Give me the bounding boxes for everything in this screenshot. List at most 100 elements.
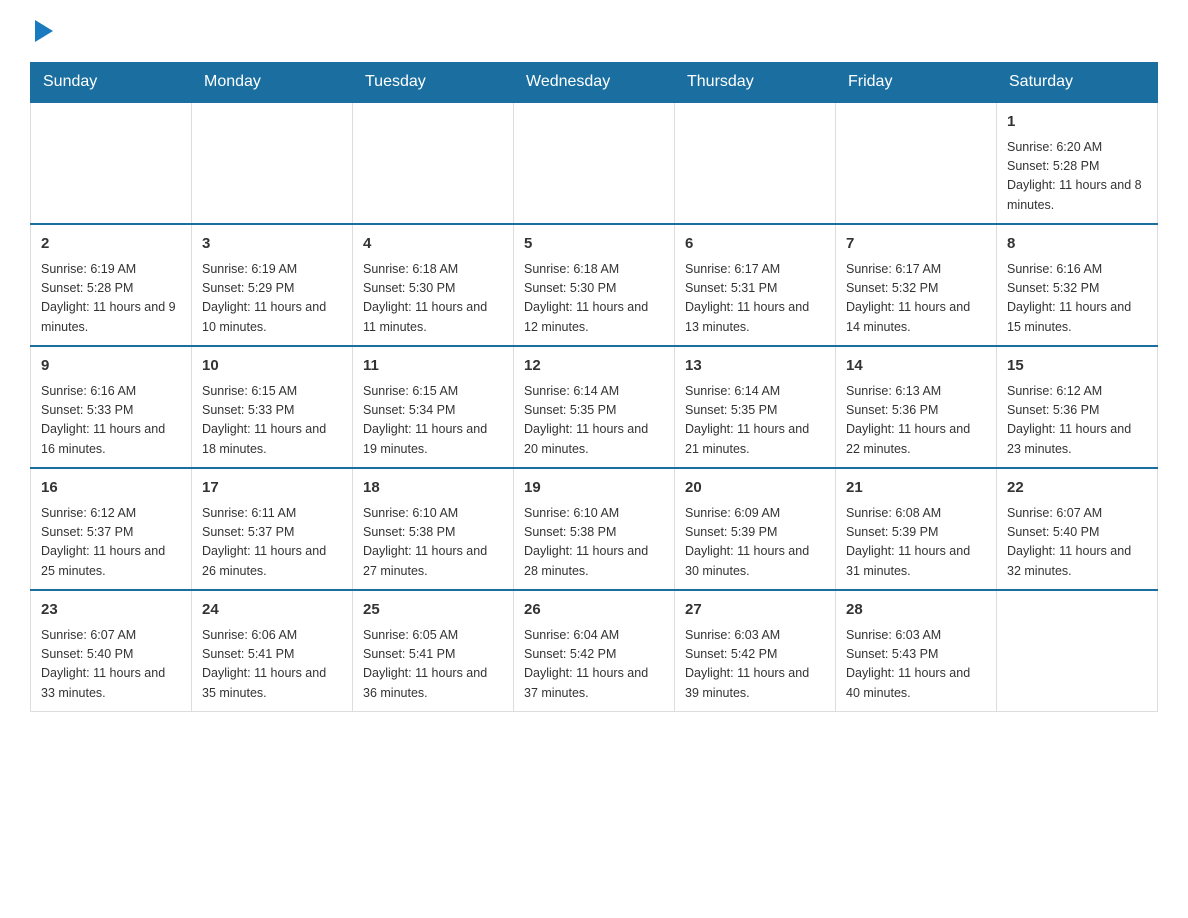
header-sunday: Sunday [31, 63, 192, 103]
day-info: Sunrise: 6:15 AMSunset: 5:33 PMDaylight:… [202, 382, 342, 460]
day-number: 18 [363, 477, 503, 500]
day-info: Sunrise: 6:04 AMSunset: 5:42 PMDaylight:… [524, 626, 664, 704]
calendar-cell: 14 Sunrise: 6:13 AMSunset: 5:36 PMDayligh… [836, 346, 997, 468]
day-number: 27 [685, 599, 825, 622]
day-info: Sunrise: 6:11 AMSunset: 5:37 PMDaylight:… [202, 504, 342, 582]
calendar-cell: 17 Sunrise: 6:11 AMSunset: 5:37 PMDayligh… [192, 468, 353, 590]
calendar-cell [353, 102, 514, 224]
day-number: 5 [524, 233, 664, 256]
day-info: Sunrise: 6:14 AMSunset: 5:35 PMDaylight:… [685, 382, 825, 460]
logo [30, 20, 53, 42]
calendar-cell: 6 Sunrise: 6:17 AMSunset: 5:31 PMDaylight… [675, 224, 836, 346]
day-info: Sunrise: 6:06 AMSunset: 5:41 PMDaylight:… [202, 626, 342, 704]
calendar-cell: 7 Sunrise: 6:17 AMSunset: 5:32 PMDaylight… [836, 224, 997, 346]
day-info: Sunrise: 6:03 AMSunset: 5:42 PMDaylight:… [685, 626, 825, 704]
header-saturday: Saturday [997, 63, 1158, 103]
calendar-cell [997, 590, 1158, 712]
calendar-cell: 25Sunrise: 6:05 AMSunset: 5:41 PMDayligh… [353, 590, 514, 712]
day-number: 13 [685, 355, 825, 378]
calendar-cell: 1 Sunrise: 6:20 AMSunset: 5:28 PMDaylight… [997, 102, 1158, 224]
day-info: Sunrise: 6:17 AMSunset: 5:32 PMDaylight:… [846, 260, 986, 338]
day-info: Sunrise: 6:19 AMSunset: 5:28 PMDaylight:… [41, 260, 181, 338]
calendar-cell: 13 Sunrise: 6:14 AMSunset: 5:35 PMDayligh… [675, 346, 836, 468]
day-number: 12 [524, 355, 664, 378]
day-number: 7 [846, 233, 986, 256]
calendar-body: 1 Sunrise: 6:20 AMSunset: 5:28 PMDaylight… [31, 102, 1158, 712]
calendar-cell: 20 Sunrise: 6:09 AMSunset: 5:39 PMDayligh… [675, 468, 836, 590]
calendar-cell: 19Sunrise: 6:10 AMSunset: 5:38 PMDayligh… [514, 468, 675, 590]
calendar-cell: 21 Sunrise: 6:08 AMSunset: 5:39 PMDayligh… [836, 468, 997, 590]
calendar-cell [514, 102, 675, 224]
calendar-cell: 16 Sunrise: 6:12 AMSunset: 5:37 PMDayligh… [31, 468, 192, 590]
header-wednesday: Wednesday [514, 63, 675, 103]
day-info: Sunrise: 6:12 AMSunset: 5:37 PMDaylight:… [41, 504, 181, 582]
day-info: Sunrise: 6:09 AMSunset: 5:39 PMDaylight:… [685, 504, 825, 582]
header-thursday: Thursday [675, 63, 836, 103]
day-info: Sunrise: 6:14 AMSunset: 5:35 PMDaylight:… [524, 382, 664, 460]
calendar-cell: 3Sunrise: 6:19 AMSunset: 5:29 PMDaylight… [192, 224, 353, 346]
calendar-table: Sunday Monday Tuesday Wednesday Thursday… [30, 62, 1158, 712]
calendar-cell: 15Sunrise: 6:12 AMSunset: 5:36 PMDayligh… [997, 346, 1158, 468]
calendar-week-row: 16 Sunrise: 6:12 AMSunset: 5:37 PMDayligh… [31, 468, 1158, 590]
day-number: 11 [363, 355, 503, 378]
calendar-cell: 22Sunrise: 6:07 AMSunset: 5:40 PMDayligh… [997, 468, 1158, 590]
day-number: 15 [1007, 355, 1147, 378]
calendar-cell: 12 Sunrise: 6:14 AMSunset: 5:35 PMDayligh… [514, 346, 675, 468]
calendar-cell: 27 Sunrise: 6:03 AMSunset: 5:42 PMDayligh… [675, 590, 836, 712]
day-info: Sunrise: 6:17 AMSunset: 5:31 PMDaylight:… [685, 260, 825, 338]
calendar-week-row: 9 Sunrise: 6:16 AMSunset: 5:33 PMDaylight… [31, 346, 1158, 468]
day-number: 1 [1007, 111, 1147, 134]
day-info: Sunrise: 6:18 AMSunset: 5:30 PMDaylight:… [524, 260, 664, 338]
calendar-cell [675, 102, 836, 224]
day-info: Sunrise: 6:19 AMSunset: 5:29 PMDaylight:… [202, 260, 342, 338]
calendar-cell: 2 Sunrise: 6:19 AMSunset: 5:28 PMDaylight… [31, 224, 192, 346]
calendar-cell: 24 Sunrise: 6:06 AMSunset: 5:41 PMDayligh… [192, 590, 353, 712]
calendar-cell [192, 102, 353, 224]
day-number: 9 [41, 355, 181, 378]
calendar-cell: 5 Sunrise: 6:18 AMSunset: 5:30 PMDaylight… [514, 224, 675, 346]
day-info: Sunrise: 6:16 AMSunset: 5:32 PMDaylight:… [1007, 260, 1147, 338]
calendar-cell: 18 Sunrise: 6:10 AMSunset: 5:38 PMDayligh… [353, 468, 514, 590]
day-number: 4 [363, 233, 503, 256]
calendar-cell: 11 Sunrise: 6:15 AMSunset: 5:34 PMDayligh… [353, 346, 514, 468]
day-number: 25 [363, 599, 503, 622]
day-info: Sunrise: 6:10 AMSunset: 5:38 PMDaylight:… [363, 504, 503, 582]
day-number: 16 [41, 477, 181, 500]
day-number: 20 [685, 477, 825, 500]
calendar-cell [836, 102, 997, 224]
calendar-week-row: 23 Sunrise: 6:07 AMSunset: 5:40 PMDayligh… [31, 590, 1158, 712]
day-info: Sunrise: 6:15 AMSunset: 5:34 PMDaylight:… [363, 382, 503, 460]
day-number: 2 [41, 233, 181, 256]
calendar-cell: 28 Sunrise: 6:03 AMSunset: 5:43 PMDayligh… [836, 590, 997, 712]
day-number: 17 [202, 477, 342, 500]
header-friday: Friday [836, 63, 997, 103]
day-info: Sunrise: 6:16 AMSunset: 5:33 PMDaylight:… [41, 382, 181, 460]
day-number: 19 [524, 477, 664, 500]
day-number: 14 [846, 355, 986, 378]
day-number: 23 [41, 599, 181, 622]
page-header [30, 20, 1158, 42]
header-tuesday: Tuesday [353, 63, 514, 103]
day-info: Sunrise: 6:18 AMSunset: 5:30 PMDaylight:… [363, 260, 503, 338]
day-number: 24 [202, 599, 342, 622]
day-info: Sunrise: 6:20 AMSunset: 5:28 PMDaylight:… [1007, 138, 1147, 216]
day-info: Sunrise: 6:03 AMSunset: 5:43 PMDaylight:… [846, 626, 986, 704]
calendar-cell [31, 102, 192, 224]
calendar-cell: 4 Sunrise: 6:18 AMSunset: 5:30 PMDaylight… [353, 224, 514, 346]
calendar-cell: 26 Sunrise: 6:04 AMSunset: 5:42 PMDayligh… [514, 590, 675, 712]
weekday-header-row: Sunday Monday Tuesday Wednesday Thursday… [31, 63, 1158, 103]
day-info: Sunrise: 6:07 AMSunset: 5:40 PMDaylight:… [41, 626, 181, 704]
day-number: 10 [202, 355, 342, 378]
logo-chevron-icon [32, 20, 53, 42]
day-info: Sunrise: 6:07 AMSunset: 5:40 PMDaylight:… [1007, 504, 1147, 582]
calendar-cell: 23 Sunrise: 6:07 AMSunset: 5:40 PMDayligh… [31, 590, 192, 712]
day-number: 6 [685, 233, 825, 256]
day-number: 28 [846, 599, 986, 622]
day-number: 21 [846, 477, 986, 500]
day-info: Sunrise: 6:13 AMSunset: 5:36 PMDaylight:… [846, 382, 986, 460]
day-number: 8 [1007, 233, 1147, 256]
day-number: 26 [524, 599, 664, 622]
calendar-week-row: 2 Sunrise: 6:19 AMSunset: 5:28 PMDaylight… [31, 224, 1158, 346]
day-info: Sunrise: 6:08 AMSunset: 5:39 PMDaylight:… [846, 504, 986, 582]
header-monday: Monday [192, 63, 353, 103]
